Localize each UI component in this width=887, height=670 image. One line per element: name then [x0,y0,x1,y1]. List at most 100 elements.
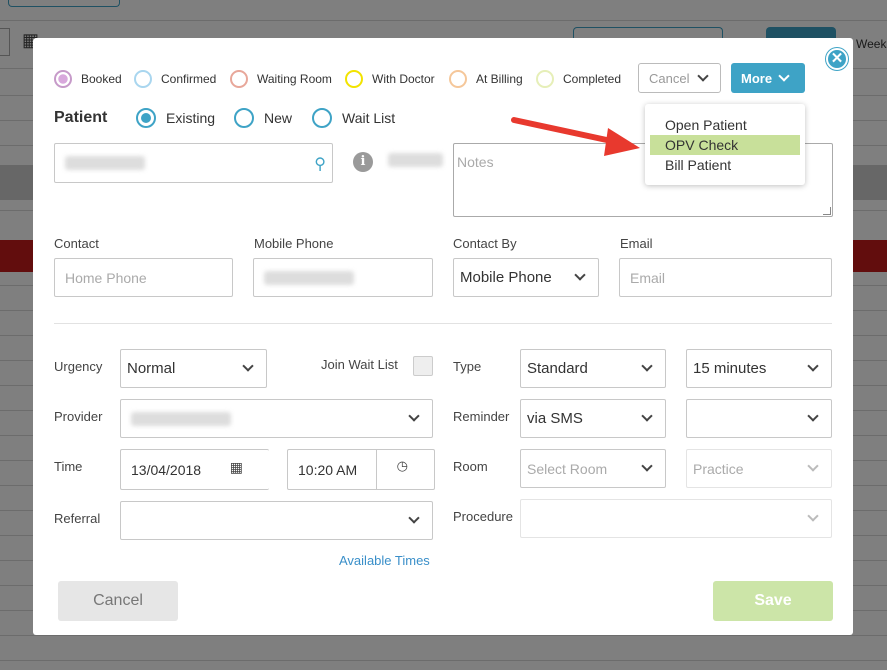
status-dot-icon [449,70,467,88]
time-value: 10:20 AM [298,461,358,478]
duration-select[interactable]: 15 minutes [686,349,832,388]
contact-label: Contact [54,236,99,251]
chevron-down-icon [807,360,819,372]
redacted-patient-id [388,153,443,167]
referral-label: Referral [54,511,101,526]
room-label: Room [453,459,488,474]
radio-existing[interactable]: Existing [136,108,215,128]
contact-by-value: Mobile Phone [460,269,552,286]
join-wait-list-label: Join Wait List [321,357,398,372]
cancel-status-select[interactable]: Cancel [638,63,721,93]
status-completed[interactable]: Completed [536,70,621,88]
type-label: Type [453,359,482,374]
email-input[interactable]: Email [619,258,832,297]
type-select[interactable]: Standard [520,349,666,388]
reminder-select[interactable]: via SMS [520,399,666,438]
search-icon[interactable]: ⚲ [314,154,326,174]
chevron-down-icon [408,410,420,422]
menu-item-opv-check[interactable]: OPV Check [650,135,800,155]
more-button[interactable]: More [731,63,805,93]
referral-select[interactable] [120,501,433,540]
date-value: 13/04/2018 [131,461,202,478]
cancel-status-label: Cancel [649,70,690,86]
save-button[interactable]: Save [713,581,833,621]
contact-by-select[interactable]: Mobile Phone [453,258,599,297]
status-label: Confirmed [161,72,217,86]
radio-wait-list[interactable]: Wait List [312,108,395,128]
patient-search-input[interactable]: ⚲ [54,143,333,183]
practice-placeholder: Practice [693,460,744,477]
chevron-down-icon [807,410,819,422]
chevron-down-icon [242,360,254,372]
procedure-label: Procedure [453,509,513,524]
calendar-icon[interactable]: ▦ [230,459,243,476]
radio-new[interactable]: New [234,108,292,128]
join-wait-list-checkbox[interactable] [413,356,433,376]
contact-by-label: Contact By [453,236,517,251]
redacted-patient-name [65,156,145,170]
practice-select: Practice [686,449,832,488]
email-label: Email [620,236,653,251]
status-at-billing[interactable]: At Billing [449,70,523,88]
date-input[interactable]: 13/04/2018 ▦ [120,449,269,490]
time-input-divider [376,450,377,489]
redacted-provider [131,411,231,426]
chevron-down-icon [807,460,819,472]
menu-item-bill-patient[interactable]: Bill Patient [650,155,800,175]
chevron-down-icon [697,70,710,82]
provider-select[interactable] [120,399,433,438]
chevron-down-icon [641,360,653,372]
info-icon[interactable]: i [353,152,373,172]
time-input[interactable]: 10:20 AM ◷ [287,449,435,490]
time-label: Time [54,459,83,474]
status-dot-icon [536,70,554,88]
type-value: Standard [527,360,588,377]
notes-placeholder: Notes [457,154,494,170]
more-button-label: More [741,70,773,86]
status-label: Booked [81,72,122,86]
section-divider [54,323,832,324]
chevron-down-icon [807,510,819,522]
chevron-down-icon [408,512,420,524]
annotation-arrow-icon [511,117,640,156]
menu-item-open-patient[interactable]: Open Patient [650,115,800,135]
redacted-mobile [264,270,354,285]
close-icon[interactable]: ✕ [826,48,848,70]
radio-circle-icon [234,108,254,128]
mobile-phone-input[interactable] [253,258,433,297]
radio-circle-icon [136,108,156,128]
procedure-select [520,499,832,538]
email-placeholder: Email [630,269,666,286]
clock-icon[interactable]: ◷ [397,458,408,474]
urgency-select[interactable]: Normal [120,349,267,388]
provider-label: Provider [54,409,103,424]
resize-handle-icon[interactable] [823,207,831,215]
radio-label: Existing [166,110,216,126]
available-times-link[interactable]: Available Times [339,553,430,568]
chevron-down-icon [641,410,653,422]
home-phone-input[interactable]: Home Phone [54,258,233,297]
chevron-down-icon [574,269,586,281]
status-dot-icon [134,70,152,88]
status-dot-icon [54,70,72,88]
radio-label: New [264,110,293,126]
status-label: Completed [563,72,622,86]
reminder-timing-select[interactable] [686,399,832,438]
reminder-value: via SMS [527,410,583,427]
status-booked[interactable]: Booked [54,70,122,88]
status-waiting-room[interactable]: Waiting Room [230,70,332,88]
reminder-label: Reminder [453,409,510,424]
mobile-phone-label: Mobile Phone [254,236,334,251]
urgency-label: Urgency [54,359,103,374]
status-label: With Doctor [372,72,435,86]
patient-title: Patient [54,109,108,126]
status-dot-icon [230,70,248,88]
home-phone-placeholder: Home Phone [65,269,147,286]
status-confirmed[interactable]: Confirmed [134,70,216,88]
urgency-value: Normal [127,360,176,377]
cancel-button[interactable]: Cancel [58,581,178,621]
status-with-doctor[interactable]: With Doctor [345,70,435,88]
radio-label: Wait List [342,110,396,126]
room-select[interactable]: Select Room [520,449,666,488]
chevron-down-icon [641,460,653,472]
